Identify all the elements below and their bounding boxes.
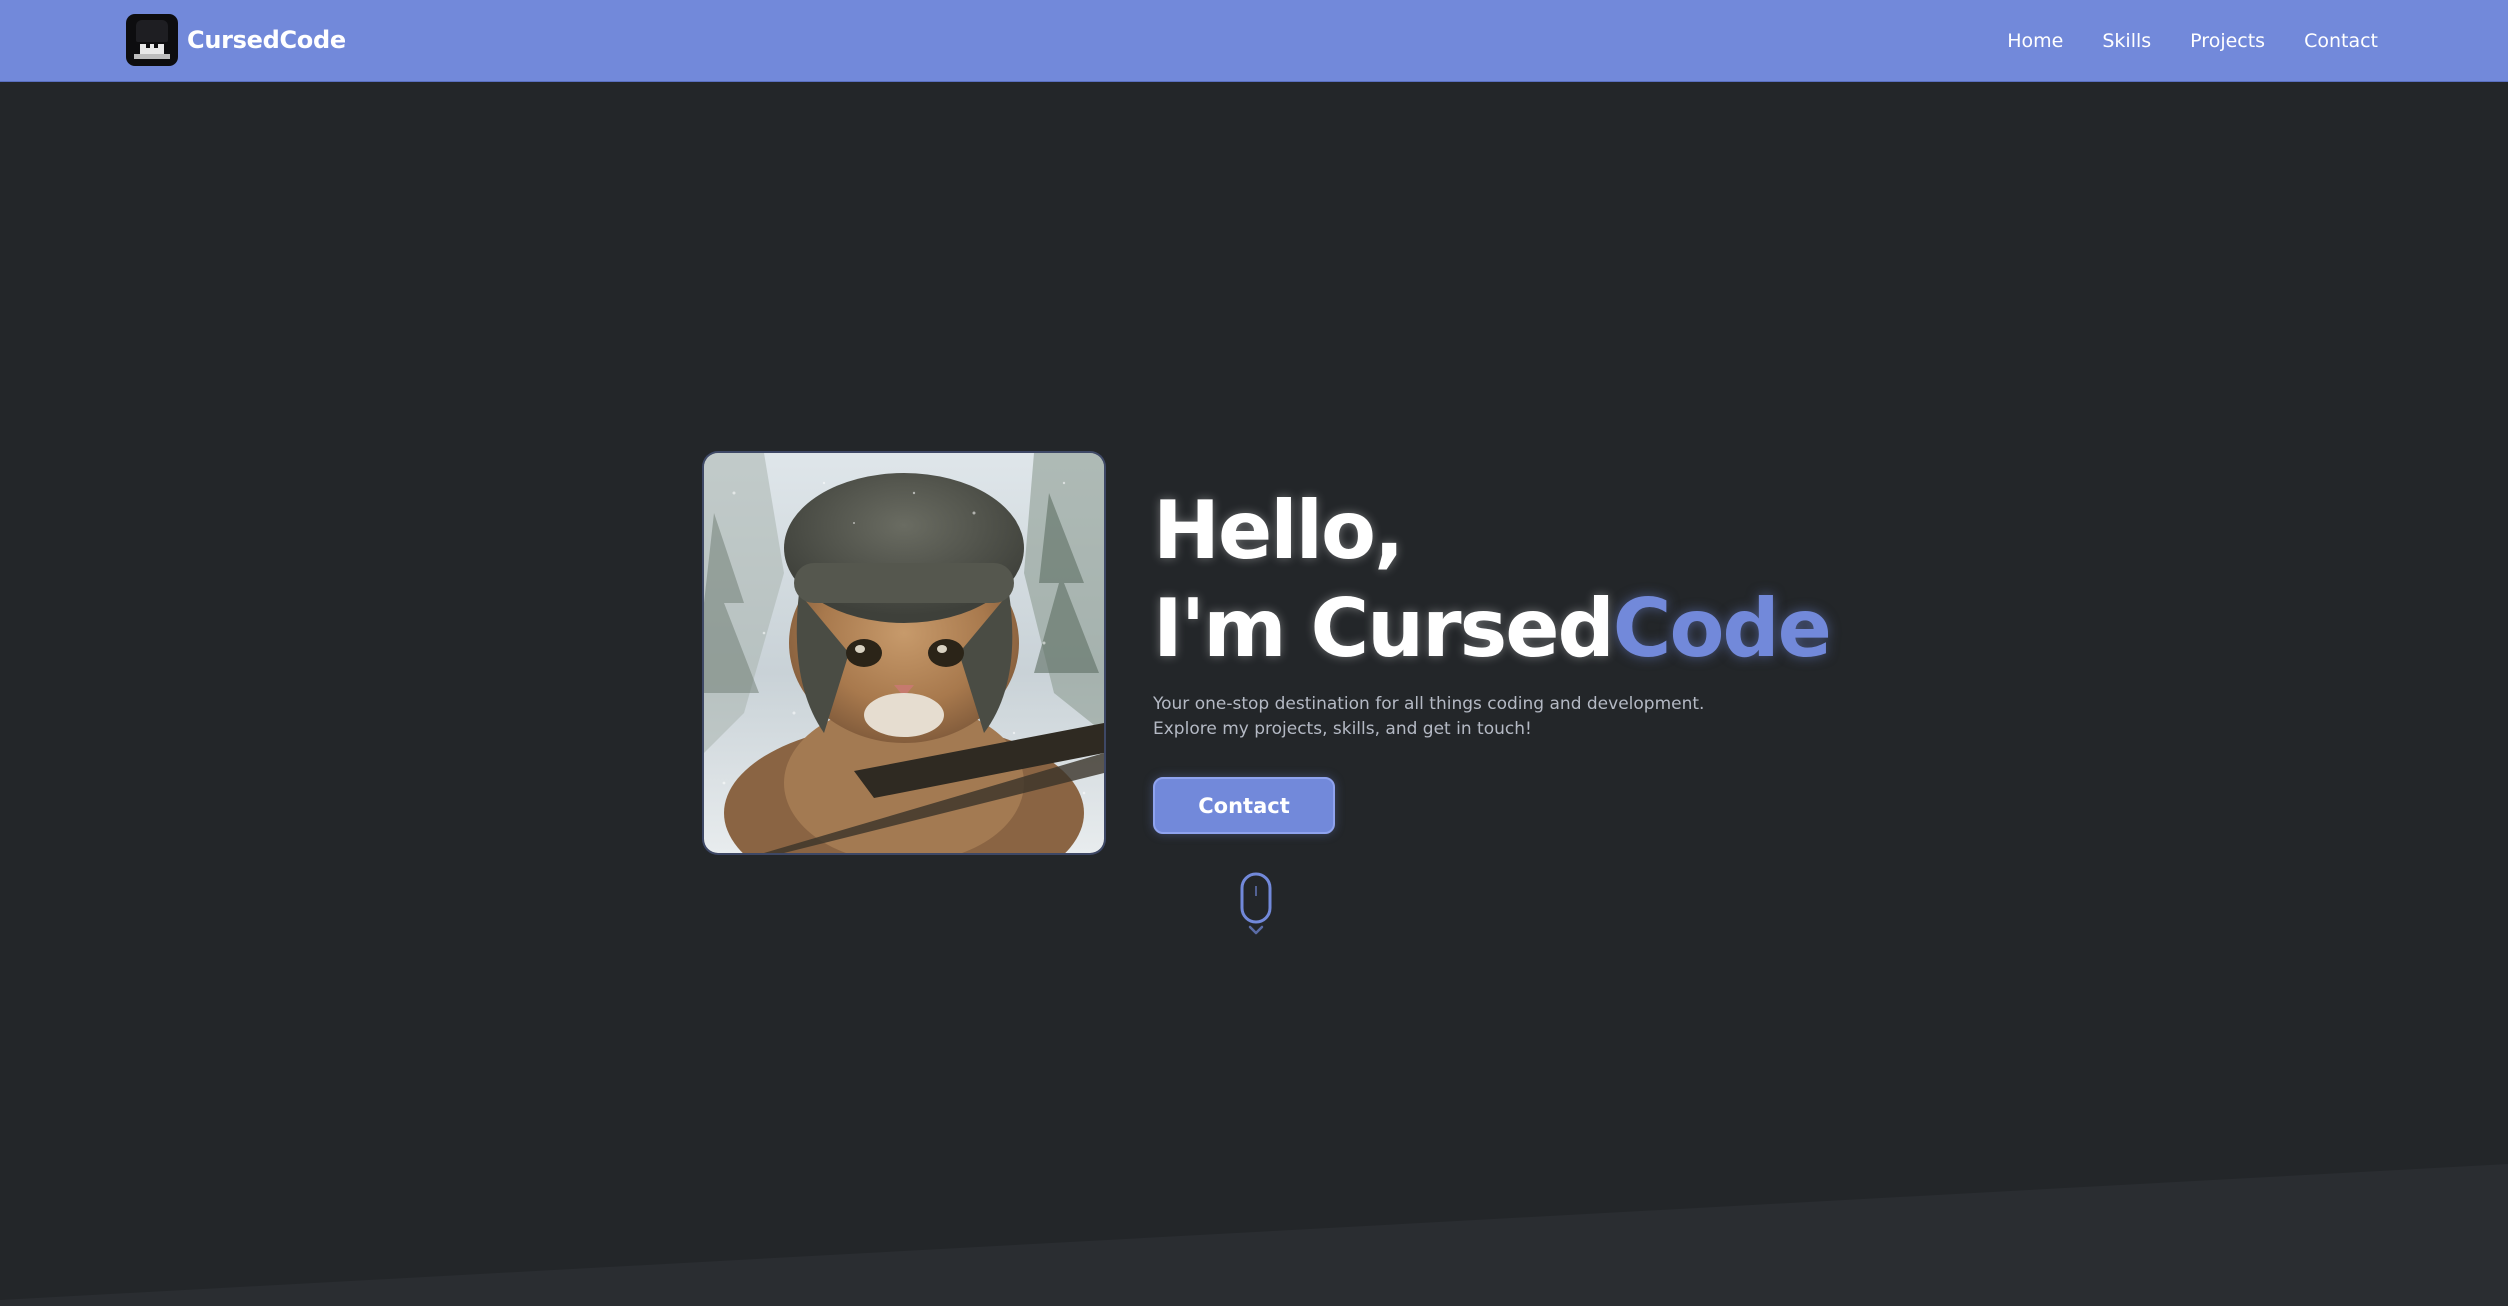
hero-description: Your one-stop destination for all things… — [1153, 694, 1705, 739]
hero-title-line2-accent: Code — [1612, 582, 1832, 675]
nav-link-home[interactable]: Home — [2007, 30, 2063, 52]
mouse-scroll-icon[interactable] — [1239, 872, 1273, 938]
hero-title-line2-prefix: I'm Cursed — [1153, 582, 1615, 675]
brand-name: CursedCode — [187, 26, 346, 54]
nav-links: Home Skills Projects Contact — [1968, 0, 2378, 82]
nav-link-skills[interactable]: Skills — [2102, 30, 2151, 52]
pixel-avatar-logo-icon — [126, 14, 178, 66]
navbar: CursedCode Home Skills Projects Contact — [0, 0, 2508, 82]
contact-button[interactable]: Contact — [1153, 777, 1335, 834]
nav-link-contact[interactable]: Contact — [2304, 30, 2378, 52]
cat-in-winter-hat-photo-icon — [704, 453, 1104, 853]
hero-cat-photo — [704, 453, 1104, 853]
hero-title-line1: Hello, — [1153, 484, 1404, 577]
hero-title: Hello, I'm CursedCode — [1153, 482, 1832, 678]
nav-link-projects[interactable]: Projects — [2190, 30, 2265, 52]
page: CursedCode Home Skills Projects Contact — [0, 0, 2508, 1306]
brand-link[interactable]: CursedCode — [126, 14, 346, 66]
section-divider — [0, 1160, 2508, 1306]
